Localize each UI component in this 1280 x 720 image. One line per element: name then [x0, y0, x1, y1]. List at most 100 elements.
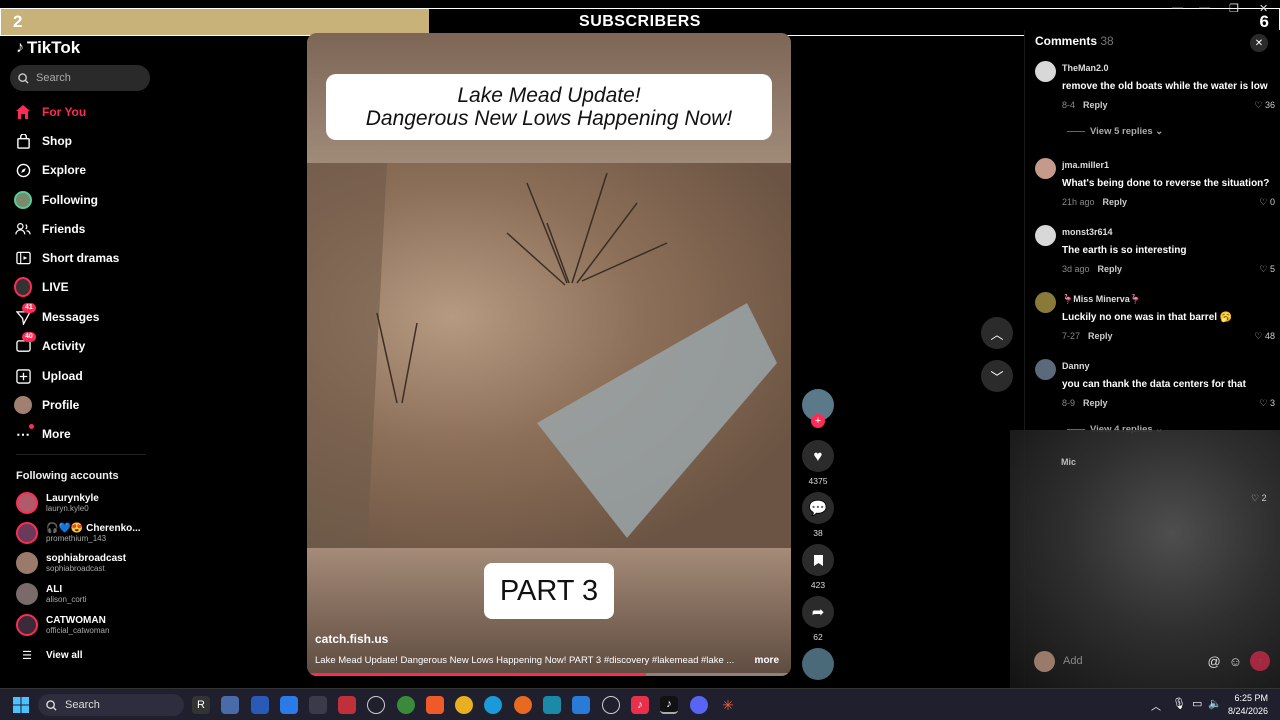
partial-comment-username: Mic: [1061, 457, 1077, 467]
view-all-link[interactable]: ☰ View all: [16, 641, 82, 669]
comment-like-button[interactable]: ♡ 5: [1259, 264, 1275, 275]
comment-username[interactable]: Danny: [1062, 361, 1090, 371]
app-icon[interactable]: [221, 696, 239, 714]
microphone-icon[interactable]: 🎙: [1172, 697, 1186, 710]
following-account[interactable]: sophiabroadcast sophiabroadcast: [16, 549, 126, 577]
next-video-button[interactable]: ﹀: [981, 360, 1013, 392]
comment-like-button[interactable]: ♡ 48: [1254, 331, 1275, 342]
following-avatar-icon: [14, 191, 32, 209]
view-replies-button[interactable]: View 5 replies ⌄: [1067, 126, 1163, 137]
avatar[interactable]: [1035, 158, 1056, 179]
reply-button[interactable]: Reply: [1103, 197, 1128, 207]
brave-browser-icon[interactable]: [426, 696, 444, 714]
follow-plus-icon[interactable]: +: [811, 414, 825, 428]
speaker-icon[interactable]: 🔈: [1208, 697, 1222, 710]
search-input[interactable]: Search: [10, 65, 150, 91]
taskbar-search[interactable]: Search: [38, 694, 184, 716]
share-button[interactable]: ➦ 62: [802, 596, 834, 642]
video-description: Lake Mead Update! Dangerous New Lows Hap…: [315, 655, 735, 666]
nav-for-you[interactable]: For You: [14, 101, 86, 123]
following-account[interactable]: 🎧💙😍 Cherenko... promethium_143: [16, 519, 141, 547]
windows-start-icon[interactable]: [12, 696, 30, 714]
restore-icon[interactable]: ❐: [1229, 2, 1239, 15]
app-r-icon[interactable]: R: [192, 696, 210, 714]
tiktok-logo[interactable]: ♪ TikTok: [16, 38, 80, 58]
add-comment-input[interactable]: Add: [1063, 655, 1200, 667]
comment-username[interactable]: 🦩Miss Minerva🦩: [1062, 294, 1141, 305]
following-account[interactable]: CATWOMAN official_catwoman: [16, 611, 109, 639]
comment-date: 8-4: [1062, 100, 1076, 110]
nav-profile[interactable]: Profile: [14, 394, 79, 416]
video-author[interactable]: catch.fish.us: [315, 632, 388, 646]
comment-username[interactable]: monst3r614: [1062, 227, 1113, 237]
following-account[interactable]: Laurynkyle lauryn.kyle0: [16, 489, 99, 517]
nav-shop[interactable]: Shop: [14, 130, 72, 152]
chrome-icon[interactable]: [455, 696, 473, 714]
creator-avatar-button[interactable]: +: [802, 389, 834, 428]
close-comments-button[interactable]: ✕: [1250, 34, 1268, 52]
more-button[interactable]: more: [755, 655, 779, 666]
nav-messages[interactable]: 41 Messages: [14, 303, 99, 328]
partial-like-count: 2: [1261, 493, 1267, 503]
nav-upload[interactable]: Upload: [14, 365, 83, 387]
app-icon[interactable]: [397, 696, 415, 714]
firefox-icon[interactable]: [514, 696, 532, 714]
account-name: 🎧💙😍 Cherenko...: [46, 522, 141, 534]
previous-video-button[interactable]: ︿: [981, 317, 1013, 349]
nav-friends[interactable]: Friends: [14, 218, 85, 240]
edge-icon[interactable]: [484, 696, 502, 714]
app-asterisk-icon[interactable]: ✳: [719, 696, 737, 714]
avatar[interactable]: [1035, 359, 1056, 380]
close-window-icon[interactable]: ✕: [1259, 2, 1268, 15]
comment-button[interactable]: 💬 38: [802, 492, 834, 538]
live-icon: [14, 277, 32, 297]
comment-like-button[interactable]: ♡ 3: [1259, 398, 1275, 409]
nav-activity[interactable]: 40 Activity: [14, 332, 85, 357]
tiktok-taskbar-icon[interactable]: ♪: [631, 696, 649, 714]
following-account[interactable]: ALI alison_corti: [16, 580, 86, 608]
minimize-icon[interactable]: —: [1199, 2, 1210, 14]
comment-date: 21h ago: [1062, 197, 1095, 207]
app-icon[interactable]: [251, 696, 269, 714]
vscode-icon[interactable]: [572, 696, 590, 714]
discord-icon[interactable]: [690, 696, 708, 714]
music-disc-button[interactable]: [802, 648, 834, 680]
app-icon[interactable]: [309, 696, 327, 714]
avatar[interactable]: [1035, 225, 1056, 246]
avatar[interactable]: [1035, 292, 1056, 313]
nav-explore[interactable]: Explore: [14, 159, 86, 181]
network-icon[interactable]: ▭: [1192, 697, 1202, 710]
reply-button[interactable]: Reply: [1083, 398, 1108, 408]
comment-username[interactable]: TheMan2.0: [1062, 63, 1109, 73]
comment-like-button[interactable]: ♡ 36: [1254, 100, 1275, 111]
taskbar-clock[interactable]: 6:25 PM 8/24/2026: [1228, 692, 1268, 718]
activity-badge: 40: [22, 332, 36, 342]
arduino-icon[interactable]: [543, 696, 561, 714]
post-comment-arrow-icon[interactable]: ↑: [1250, 651, 1270, 671]
chevron-up-icon[interactable]: ︿: [1151, 698, 1161, 713]
reply-button[interactable]: Reply: [1088, 331, 1113, 341]
minimize-icon[interactable]: —: [1172, 2, 1183, 14]
reply-button[interactable]: Reply: [1098, 264, 1123, 274]
reply-button[interactable]: Reply: [1083, 100, 1108, 110]
save-button[interactable]: 423: [802, 544, 834, 590]
app-icon[interactable]: [338, 696, 356, 714]
app-icon[interactable]: [280, 696, 298, 714]
comment-text: The earth is so interesting: [1062, 245, 1187, 256]
comment-username[interactable]: jma.miller1: [1062, 160, 1109, 170]
video-player[interactable]: Lake Mead Update! Dangerous New Lows Hap…: [307, 33, 791, 676]
app-icon[interactable]: [602, 696, 620, 714]
nav-short-dramas[interactable]: Short dramas: [14, 247, 119, 269]
like-button[interactable]: ♥ 4375: [802, 440, 834, 486]
emoji-icon[interactable]: ☺: [1229, 654, 1242, 669]
chevron-down-icon: ﹀: [990, 369, 1004, 385]
nav-live[interactable]: LIVE: [14, 276, 69, 298]
nav-following[interactable]: Following: [14, 189, 98, 211]
mention-icon[interactable]: @: [1208, 654, 1221, 669]
comment-like-button[interactable]: ♡ 0: [1259, 197, 1275, 208]
clock-app-icon[interactable]: [367, 696, 385, 714]
tiktok-active-icon[interactable]: ♪: [660, 696, 678, 714]
video-progress-bar[interactable]: [307, 673, 791, 676]
nav-more[interactable]: ⋯ More: [14, 423, 71, 445]
avatar[interactable]: [1035, 61, 1056, 82]
